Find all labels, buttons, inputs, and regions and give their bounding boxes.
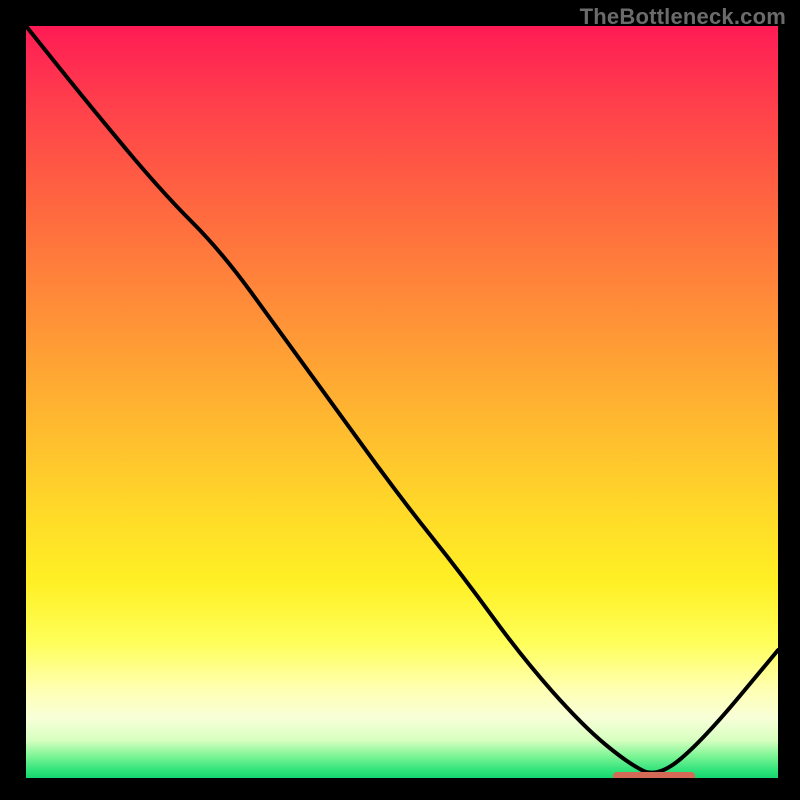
chart-root: TheBottleneck.com	[0, 0, 800, 800]
curve-layer	[26, 26, 778, 778]
optimal-range-marker	[613, 772, 696, 778]
bottleneck-curve	[26, 26, 778, 773]
watermark-text: TheBottleneck.com	[580, 4, 786, 30]
plot-area	[26, 26, 778, 778]
